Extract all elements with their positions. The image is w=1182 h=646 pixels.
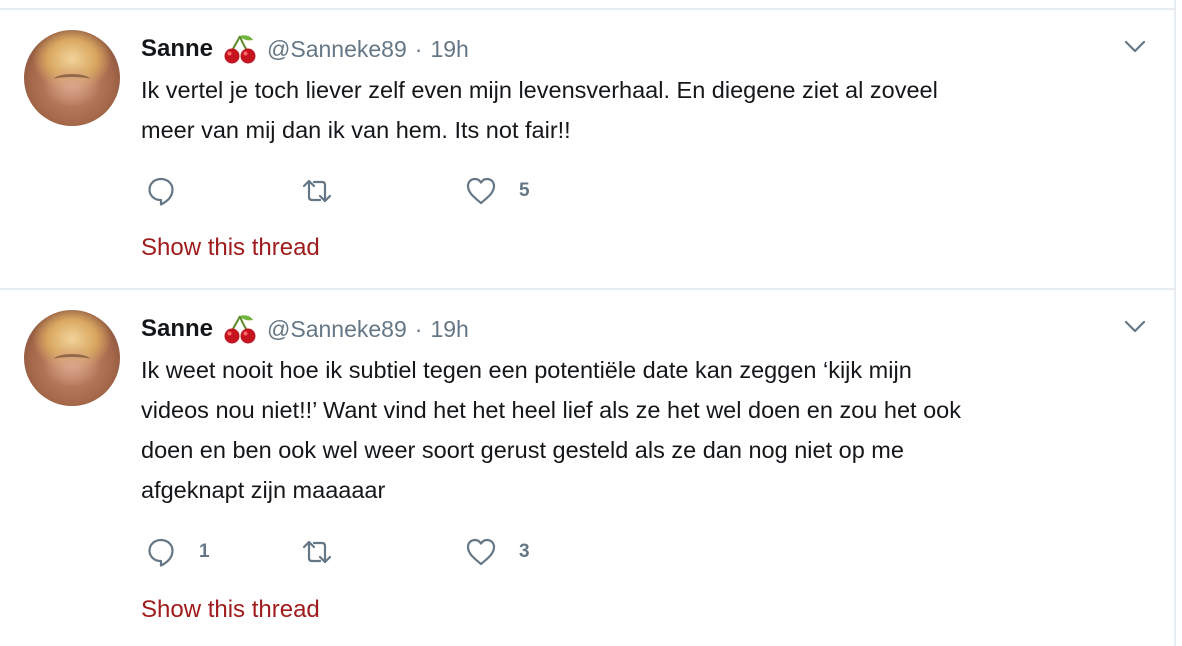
avatar[interactable] <box>24 310 120 406</box>
user-name[interactable]: Sanne <box>141 35 213 63</box>
reply-button[interactable]: 1 <box>145 532 210 572</box>
tweet-text-line: afgeknapt zijn maaaaar <box>141 477 386 503</box>
tweet-text-line: Ik vertel je toch liever zelf even mijn … <box>141 77 938 103</box>
timeline: Sanne @Sanneke89 · 19h Ik vertel je toch… <box>0 0 1176 646</box>
retweet-button[interactable] <box>301 171 355 211</box>
heart-icon <box>466 177 496 205</box>
cherries-emoji-icon <box>224 35 256 64</box>
tweet-text: Ik weet nooit hoe ik subtiel tegen een p… <box>141 350 1141 510</box>
like-count: 5 <box>519 180 530 201</box>
show-thread-link[interactable]: Show this thread <box>141 596 320 624</box>
retweet-icon <box>302 179 332 203</box>
avatar[interactable] <box>24 30 120 126</box>
tweet-actions: 5 <box>141 171 561 211</box>
tweet-text-line: doen en ben ook wel weer soort gerust ge… <box>141 437 904 463</box>
like-button[interactable]: 3 <box>465 532 530 572</box>
separator-dot: · <box>414 35 423 62</box>
tweet-text: Ik vertel je toch liever zelf even mijn … <box>141 70 1141 150</box>
tweet[interactable]: Sanne @Sanneke89 · 19h Ik weet nooit hoe… <box>0 290 1174 623</box>
tweet[interactable]: Sanne @Sanneke89 · 19h Ik vertel je toch… <box>0 10 1174 290</box>
reply-icon <box>148 177 174 206</box>
tweet-header: Sanne @Sanneke89 · 19h <box>141 34 469 64</box>
timestamp[interactable]: 19h <box>430 36 468 63</box>
timestamp[interactable]: 19h <box>430 316 468 343</box>
user-handle[interactable]: @Sanneke89 <box>267 36 407 63</box>
like-count: 3 <box>519 541 530 562</box>
cherries-emoji-icon <box>224 315 256 344</box>
reply-button[interactable] <box>145 171 199 211</box>
show-thread-link[interactable]: Show this thread <box>141 234 320 262</box>
reply-icon <box>148 538 174 567</box>
tweet-text-line: meer van mij dan ik van hem. Its not fai… <box>141 117 571 143</box>
chevron-down-icon[interactable] <box>1124 40 1146 54</box>
tweet-text-line: Ik weet nooit hoe ik subtiel tegen een p… <box>141 357 912 383</box>
chevron-down-icon[interactable] <box>1124 320 1146 334</box>
retweet-button[interactable] <box>301 532 355 572</box>
separator-dot: · <box>414 315 423 342</box>
reply-count: 1 <box>199 541 210 562</box>
retweet-icon <box>302 540 332 564</box>
tweet-actions: 1 3 <box>141 532 561 572</box>
tweet-header: Sanne @Sanneke89 · 19h <box>141 314 469 344</box>
user-name[interactable]: Sanne <box>141 315 213 343</box>
heart-icon <box>466 538 496 566</box>
tweet-text-line: videos nou niet!!’ Want vind het het hee… <box>141 397 961 423</box>
like-button[interactable]: 5 <box>465 171 530 211</box>
user-handle[interactable]: @Sanneke89 <box>267 316 407 343</box>
